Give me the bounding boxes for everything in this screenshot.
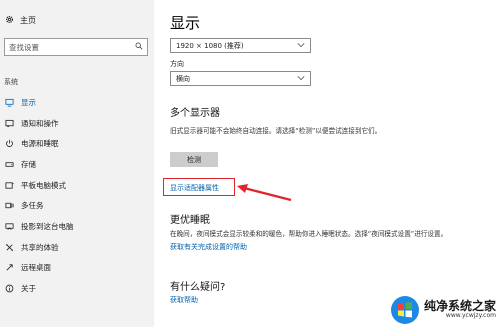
sidebar-item-power[interactable]: 电源和睡眠	[0, 133, 154, 154]
sidebar-item-label: 存储	[21, 159, 36, 169]
remote-icon	[4, 262, 15, 273]
sleep-help-link[interactable]: 获取有关完成设置的帮助	[170, 242, 247, 252]
multi-display-heading: 多个显示器	[170, 108, 220, 119]
detect-button[interactable]: 检测	[170, 152, 218, 167]
sidebar-item-project[interactable]: 投影到这台电脑	[0, 216, 154, 237]
windows-logo-icon	[390, 296, 419, 324]
section-label-system: 系统	[4, 78, 18, 86]
sleep-heading: 更优睡眠	[170, 215, 210, 226]
multi-display-description: 旧式显示器可能不会始终自动连接。请选择“检测”以便尝试连接到它们。	[170, 127, 382, 135]
settings-sidebar: 主页 查找设置 系统 显示 通知和操作 电源和睡眠 存储 平板电脑模式 多任务 …	[0, 0, 154, 327]
tablet-icon	[4, 180, 15, 191]
info-icon	[4, 283, 15, 294]
get-help-link[interactable]: 获取帮助	[170, 295, 198, 305]
sidebar-item-label: 远程桌面	[21, 263, 51, 273]
question-heading: 有什么疑问?	[170, 282, 226, 293]
sidebar-item-tablet-mode[interactable]: 平板电脑模式	[0, 175, 154, 196]
sidebar-item-label: 投影到这台电脑	[21, 221, 74, 231]
storage-icon	[4, 159, 15, 170]
sidebar-item-label: 多任务	[21, 201, 44, 211]
display-adapter-properties-link[interactable]: 显示适配器属性	[170, 183, 219, 193]
search-icon	[135, 42, 143, 52]
home-nav-item[interactable]: 主页	[5, 15, 36, 26]
sidebar-item-label: 共享的体验	[21, 242, 59, 252]
chevron-down-icon	[297, 42, 305, 50]
share-icon	[4, 242, 15, 253]
project-icon	[4, 221, 15, 232]
multitask-icon	[4, 200, 15, 211]
power-icon	[4, 138, 15, 149]
sidebar-item-notifications[interactable]: 通知和操作	[0, 113, 154, 134]
sidebar-nav: 显示 通知和操作 电源和睡眠 存储 平板电脑模式 多任务 投影到这台电脑 共享的…	[0, 92, 154, 299]
sidebar-item-about[interactable]: 关于	[0, 278, 154, 299]
sidebar-item-shared[interactable]: 共享的体验	[0, 237, 154, 258]
sidebar-item-label: 关于	[21, 284, 36, 294]
page-title: 显示	[170, 14, 201, 32]
sidebar-item-label: 电源和睡眠	[21, 139, 59, 149]
watermark: 纯净系统之家 www.ycwjzy.com	[390, 295, 496, 325]
search-placeholder: 查找设置	[9, 42, 39, 52]
resolution-value: 1920 × 1080 (推荐)	[176, 41, 244, 50]
sidebar-item-label: 通知和操作	[21, 118, 59, 128]
monitor-icon	[4, 97, 15, 108]
sidebar-item-remote[interactable]: 远程桌面	[0, 258, 154, 279]
annotation-arrow-icon	[237, 184, 292, 202]
search-input[interactable]: 查找设置	[4, 38, 148, 56]
sidebar-item-label: 平板电脑模式	[21, 180, 66, 190]
sidebar-item-storage[interactable]: 存储	[0, 154, 154, 175]
chevron-down-icon	[297, 75, 305, 83]
sidebar-item-label: 显示	[21, 97, 36, 107]
sidebar-item-display[interactable]: 显示	[0, 92, 154, 113]
home-label: 主页	[20, 16, 36, 25]
sidebar-item-multitasking[interactable]: 多任务	[0, 195, 154, 216]
orientation-value: 横向	[176, 74, 190, 83]
notification-icon	[4, 118, 15, 129]
sleep-description: 在晚间，夜间模式会显示较柔和的暖色，帮助你进入睡眠状态。选择“夜间模式设置”进行…	[170, 230, 448, 238]
watermark-url: www.ycwjzy.com	[445, 312, 496, 320]
gear-icon	[5, 15, 14, 26]
orientation-label: 方向	[170, 60, 184, 68]
settings-main: 显示 1920 × 1080 (推荐) 方向 横向 多个显示器 旧式显示器可能不…	[154, 0, 500, 327]
orientation-dropdown[interactable]: 横向	[170, 71, 311, 86]
resolution-dropdown[interactable]: 1920 × 1080 (推荐)	[170, 38, 311, 53]
